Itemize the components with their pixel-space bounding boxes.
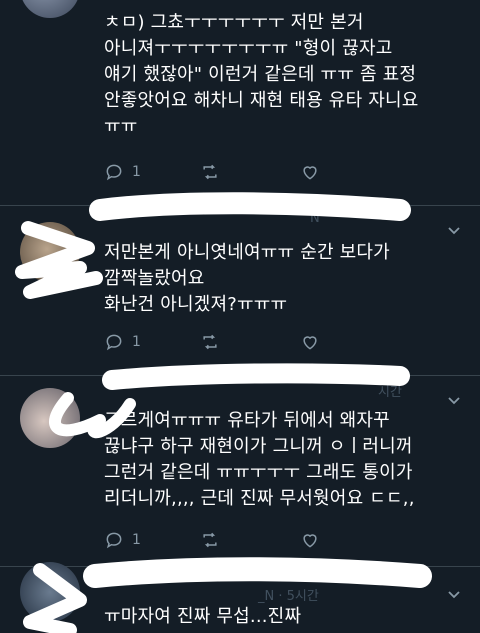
retweet-button[interactable] [200,530,228,550]
divider [0,375,480,376]
heart-icon [303,166,317,180]
tweet-actions: 1 [104,162,344,184]
handle-hint: 시간 [378,385,402,400]
tweet-text: ㅊㅁ) 그쵸ㅜㅜㅜㅜㅜㅜ 저만 본거 아니져ㅜㅜㅜㅜㅜㅜㅜㅠ "형이 끊자고 얘… [104,12,419,137]
avatar[interactable] [20,222,80,282]
chevron-down-icon[interactable] [446,392,462,408]
like-button[interactable] [300,530,328,550]
reply-icon [106,164,122,181]
retweet-button[interactable] [200,332,228,352]
tweet-text: ㅠ마자여 진짜 무섭...진짜 [104,606,302,627]
like-button[interactable] [300,332,328,352]
reply-button[interactable]: 1 [104,530,141,550]
reply-count: 1 [132,164,141,180]
reply-icon [106,334,122,351]
tweet-actions: 1 [104,332,344,354]
chevron-down-icon[interactable] [446,222,462,238]
tweet-text: 저만본게 아니엿네여ㅠㅠ 순간 보다가 깜짝놀랐어요 화난건 아니겠져?ㅠㅠㅠ [104,242,390,315]
tweet[interactable]: ㅊㅁ) 그쵸ㅜㅜㅜㅜㅜㅜ 저만 본거 아니져ㅜㅜㅜㅜㅜㅜㅜㅠ "형이 끊자고 얘… [0,0,480,205]
tweet-text: 그르게여ㅠㅠㅠ 유타가 뒤에서 왜자꾸 끊냐구 하구 재현이가 그니꺼 ㅇㅣ러니… [104,410,415,509]
reply-count: 1 [132,532,141,548]
retweet-icon [203,334,217,350]
reply-button[interactable]: 1 [104,332,141,352]
avatar[interactable] [20,562,80,622]
divider [0,566,480,567]
reply-button[interactable]: 1 [104,162,141,182]
retweet-icon [203,532,217,548]
handle-hint: N [310,211,320,226]
retweet-icon [203,164,217,180]
avatar[interactable] [20,388,80,448]
like-button[interactable] [300,162,328,182]
chevron-down-icon[interactable] [446,586,462,602]
reply-count: 1 [132,334,141,350]
handle-hint: _N · 5시간 [258,589,319,604]
heart-icon [303,336,317,350]
avatar[interactable] [20,0,80,18]
tweet-actions: 1 [104,530,344,552]
retweet-button[interactable] [200,162,228,182]
reply-icon [106,532,122,549]
heart-icon [303,534,317,548]
